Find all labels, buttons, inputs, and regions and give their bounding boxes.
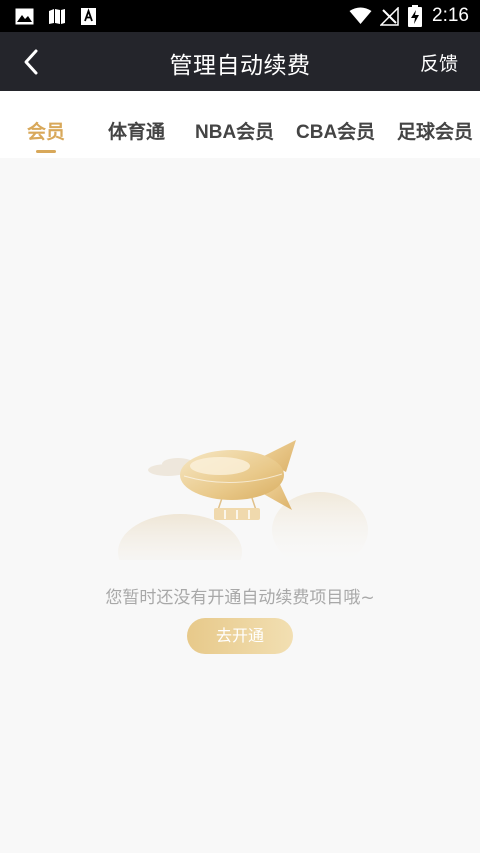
- no-signal-icon: [380, 7, 399, 26]
- feedback-button[interactable]: 反馈: [420, 49, 458, 76]
- tab-sports-pass[interactable]: 体育通: [108, 117, 165, 144]
- empty-state-message: 您暂时还没有开通自动续费项目哦~: [105, 588, 375, 608]
- chevron-left-icon: [24, 49, 38, 75]
- nav-bar: 管理自动续费 反馈: [0, 32, 480, 91]
- wifi-icon: [349, 7, 372, 24]
- tab-nba-member[interactable]: NBA会员: [195, 117, 274, 144]
- back-button[interactable]: [20, 48, 44, 76]
- tab-member[interactable]: 会员: [27, 117, 65, 144]
- image-icon: [15, 8, 34, 25]
- status-bar: 2:16: [0, 0, 480, 32]
- airship-icon: [118, 440, 368, 560]
- page-title: 管理自动续费: [169, 53, 311, 79]
- a-icon: [81, 8, 96, 25]
- book-icon: [49, 9, 65, 24]
- battery-charging-icon: [408, 5, 422, 27]
- tab-cba-member[interactable]: CBA会员: [296, 117, 375, 144]
- tab-bar: 会员 体育通 NBA会员 CBA会员 足球会员: [0, 91, 480, 158]
- status-time: 2:16: [432, 5, 469, 26]
- tab-football-member[interactable]: 足球会员: [397, 117, 473, 144]
- open-subscription-button[interactable]: 去开通: [187, 618, 293, 654]
- active-tab-indicator: [36, 150, 56, 153]
